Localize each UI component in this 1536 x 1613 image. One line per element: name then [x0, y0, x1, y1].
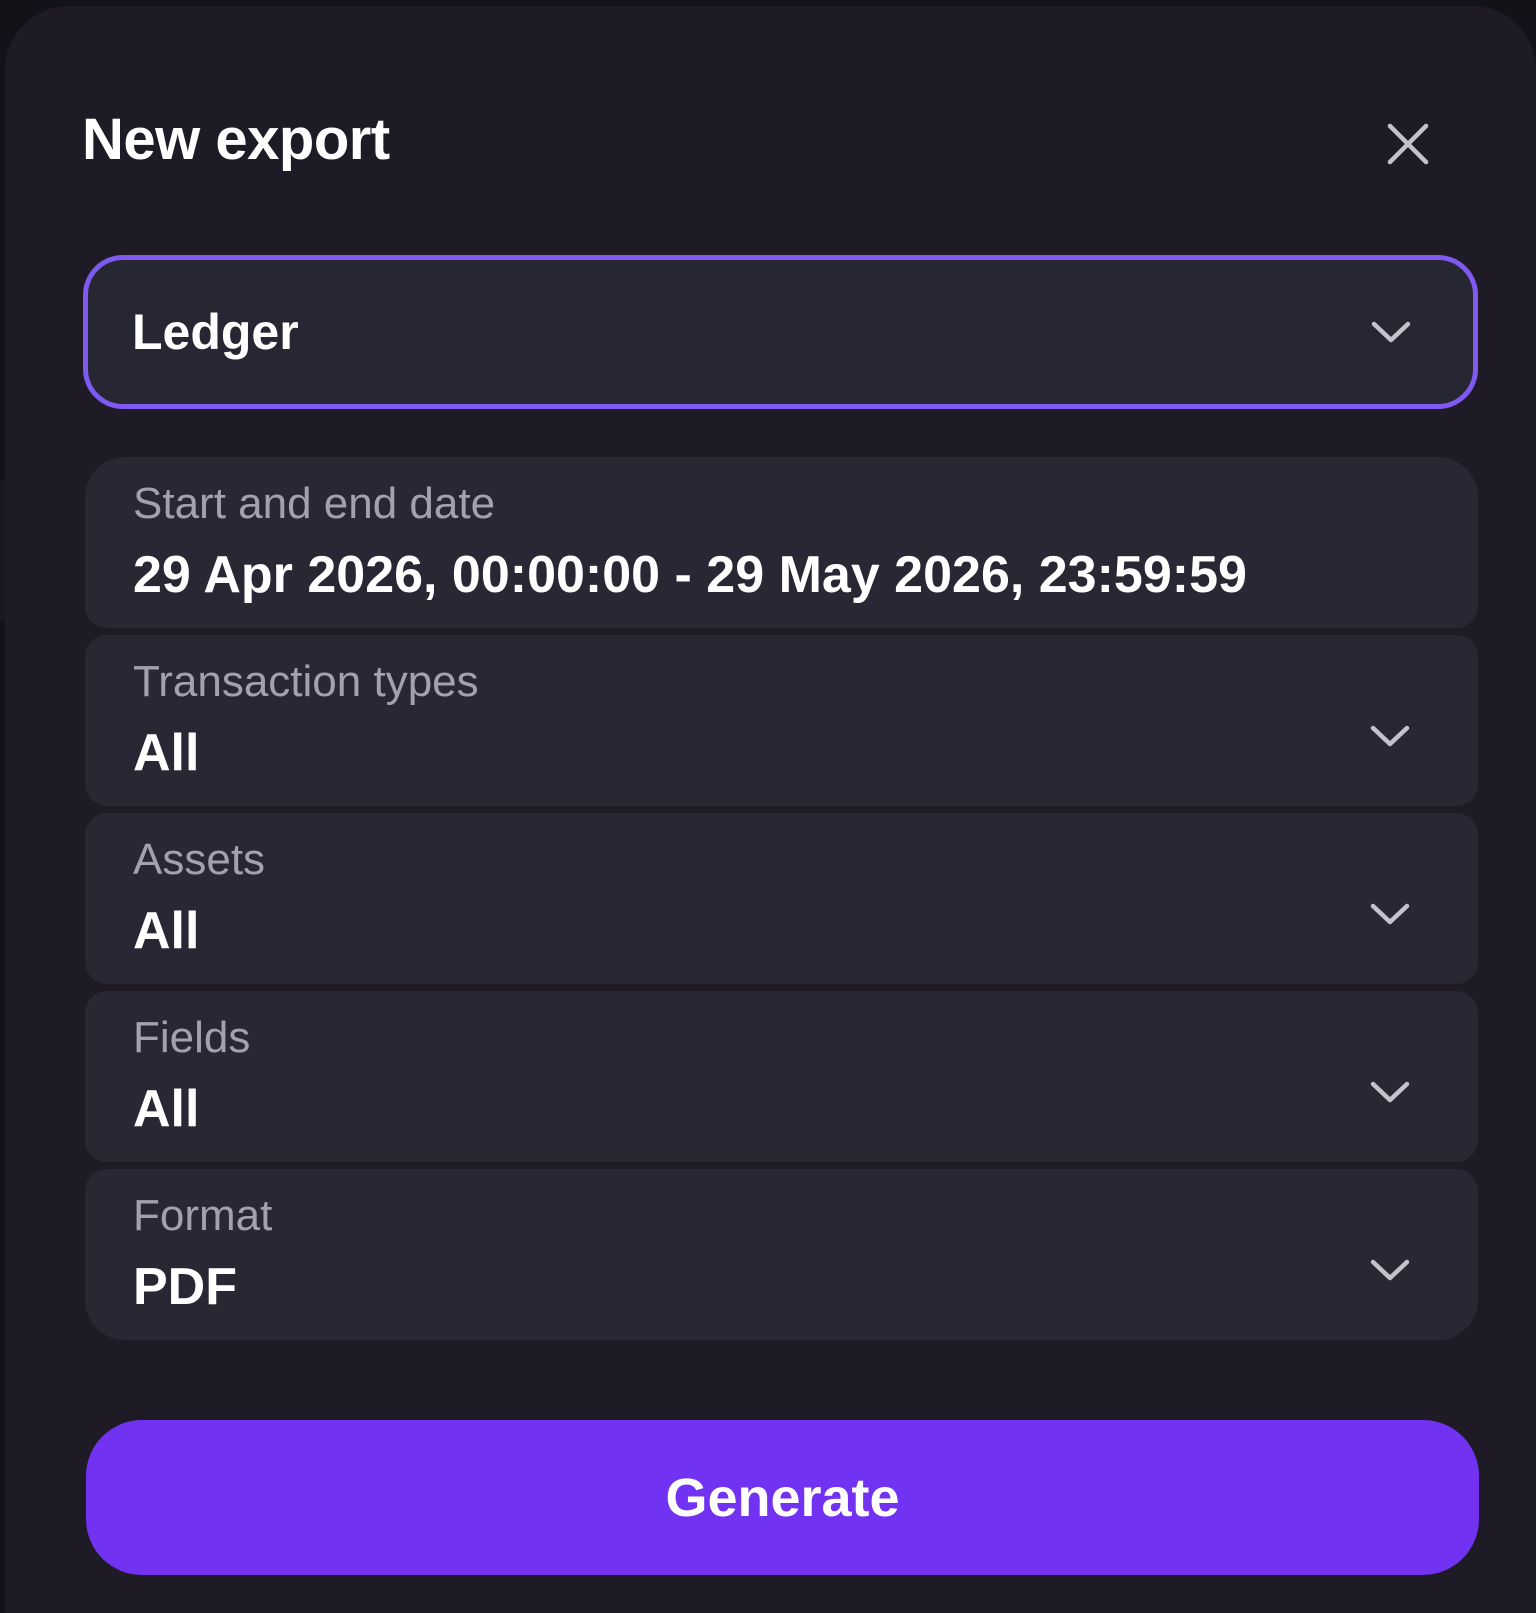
fields-field[interactable]: Fields All	[85, 991, 1478, 1162]
field-label: Start and end date	[133, 479, 496, 528]
chevron-down-icon	[1370, 1259, 1410, 1281]
new-export-dialog: New export Ledger Start and end date 29 …	[5, 6, 1536, 1613]
chevron-down-icon	[1370, 1081, 1410, 1103]
field-value: All	[133, 1080, 200, 1138]
field-value: 29 Apr 2026, 00:00:00 - 29 May 2026, 23:…	[133, 546, 1247, 604]
export-type-select[interactable]: Ledger	[83, 255, 1478, 409]
chevron-down-icon	[1370, 725, 1410, 747]
field-value: All	[133, 902, 200, 960]
transaction-types-field[interactable]: Transaction types All	[85, 635, 1478, 806]
field-label: Format	[133, 1191, 273, 1240]
export-type-value: Ledger	[132, 304, 299, 360]
assets-field[interactable]: Assets All	[85, 813, 1478, 984]
generate-button[interactable]: Generate	[86, 1420, 1479, 1575]
chevron-down-icon	[1370, 903, 1410, 925]
close-icon	[1387, 123, 1429, 165]
field-value: All	[133, 724, 200, 782]
date-range-field[interactable]: Start and end date 29 Apr 2026, 00:00:00…	[85, 457, 1478, 628]
format-field[interactable]: Format PDF	[85, 1169, 1478, 1340]
dialog-title: New export	[82, 107, 390, 172]
field-value: PDF	[133, 1258, 237, 1316]
close-button[interactable]	[1380, 116, 1436, 172]
chevron-down-icon	[1371, 321, 1411, 343]
field-label: Transaction types	[133, 657, 479, 706]
field-label: Assets	[133, 835, 266, 884]
field-label: Fields	[133, 1013, 251, 1062]
